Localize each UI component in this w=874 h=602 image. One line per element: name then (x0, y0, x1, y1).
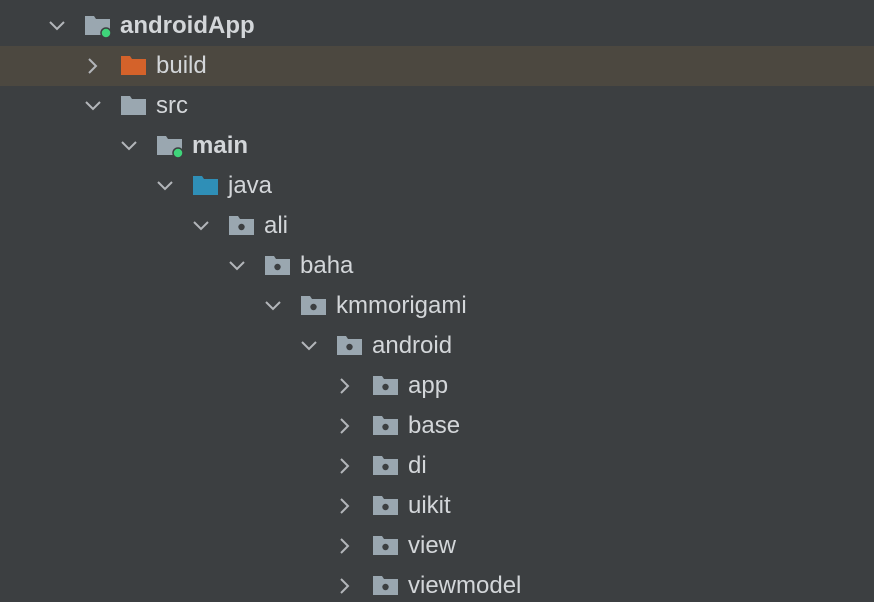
chevron-down-icon[interactable] (83, 96, 103, 116)
chevron-down-icon[interactable] (227, 256, 247, 276)
chevron-down-icon[interactable] (263, 296, 283, 316)
package-icon (372, 574, 400, 598)
tree-node-android[interactable]: android (0, 326, 874, 366)
chevron-down-icon[interactable] (155, 176, 175, 196)
project-tree: androidApp build src main java ali baha … (0, 0, 874, 602)
tree-node-app[interactable]: app (0, 366, 874, 406)
folder-icon (120, 94, 148, 118)
source-root-icon (192, 174, 220, 198)
package-icon (372, 454, 400, 478)
tree-node-androidApp[interactable]: androidApp (0, 6, 874, 46)
package-icon (264, 254, 292, 278)
tree-node-di[interactable]: di (0, 446, 874, 486)
tree-node-view[interactable]: view (0, 526, 874, 566)
module-folder-icon (156, 134, 184, 158)
tree-node-src[interactable]: src (0, 86, 874, 126)
package-icon (372, 534, 400, 558)
chevron-right-icon[interactable] (335, 496, 355, 516)
tree-node-java[interactable]: java (0, 166, 874, 206)
package-icon (228, 214, 256, 238)
tree-node-label: viewmodel (408, 572, 522, 599)
chevron-right-icon[interactable] (335, 456, 355, 476)
excluded-folder-icon (120, 54, 148, 78)
chevron-right-icon[interactable] (335, 416, 355, 436)
tree-node-baha[interactable]: baha (0, 246, 874, 286)
chevron-down-icon[interactable] (119, 136, 139, 156)
tree-node-label: androidApp (120, 12, 255, 39)
tree-node-label: java (228, 172, 273, 199)
package-icon (300, 294, 328, 318)
module-folder-icon (84, 14, 112, 38)
tree-node-label: base (408, 412, 461, 439)
chevron-right-icon[interactable] (335, 376, 355, 396)
chevron-down-icon[interactable] (191, 216, 211, 236)
tree-node-label: src (156, 92, 188, 119)
chevron-right-icon[interactable] (335, 536, 355, 556)
tree-node-label: build (156, 52, 207, 79)
chevron-right-icon[interactable] (335, 576, 355, 596)
tree-node-base[interactable]: base (0, 406, 874, 446)
tree-node-label: ali (264, 212, 289, 239)
tree-node-label: di (408, 452, 427, 479)
package-icon (372, 374, 400, 398)
tree-node-main[interactable]: main (0, 126, 874, 166)
tree-node-label: view (408, 532, 457, 559)
tree-node-build[interactable]: build (0, 46, 874, 86)
chevron-right-icon[interactable] (83, 56, 103, 76)
tree-node-label: baha (300, 252, 354, 279)
package-icon (372, 414, 400, 438)
tree-node-kmmorigami[interactable]: kmmorigami (0, 286, 874, 326)
package-icon (372, 494, 400, 518)
chevron-down-icon[interactable] (47, 16, 67, 36)
package-icon (336, 334, 364, 358)
tree-node-viewmodel[interactable]: viewmodel (0, 566, 874, 602)
tree-node-label: app (408, 372, 449, 399)
tree-node-label: main (192, 132, 249, 159)
chevron-down-icon[interactable] (299, 336, 319, 356)
tree-node-ali[interactable]: ali (0, 206, 874, 246)
tree-node-label: uikit (408, 492, 451, 519)
tree-node-label: kmmorigami (336, 292, 467, 319)
tree-node-uikit[interactable]: uikit (0, 486, 874, 526)
tree-node-label: android (372, 332, 453, 359)
